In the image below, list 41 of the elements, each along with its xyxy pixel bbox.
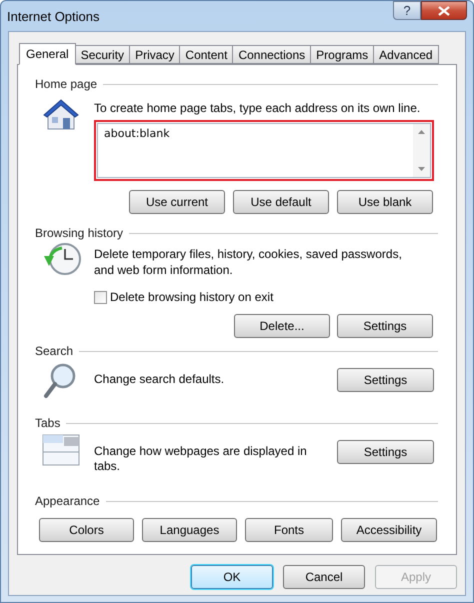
description-text: Delete temporary files, history, cookies, saved passwords, and web form information.: [94, 246, 403, 278]
magnifier-icon: [42, 362, 78, 400]
tab[interactable]: Privacy: [129, 45, 180, 64]
close-button[interactable]: [421, 1, 467, 20]
tabs-window-icon: [42, 434, 80, 466]
section-heading: Search: [35, 343, 74, 360]
close-icon: [438, 6, 450, 16]
tab[interactable]: General: [19, 43, 76, 65]
push-button[interactable]: Use current: [129, 190, 225, 214]
push-button[interactable]: Settings: [337, 440, 434, 464]
checkbox[interactable]: [94, 290, 107, 304]
dialog-button[interactable]: OK: [191, 565, 273, 589]
tab[interactable]: Programs: [310, 45, 374, 64]
push-button[interactable]: Accessibility: [341, 518, 437, 542]
push-button[interactable]: Delete...: [234, 314, 330, 338]
house-icon: [42, 97, 80, 131]
section-heading: Tabs: [35, 415, 60, 432]
push-button[interactable]: Settings: [337, 368, 434, 392]
clock-icon: [42, 242, 82, 276]
push-button[interactable]: Use default: [233, 190, 329, 214]
tab[interactable]: Content: [179, 45, 234, 64]
section-heading: Home page: [35, 76, 98, 93]
description-text: Change how webpages are displayed in tabs.: [94, 444, 308, 474]
tab[interactable]: Security: [74, 45, 130, 64]
tab[interactable]: Connections: [232, 45, 312, 64]
window-title: Internet Options: [7, 8, 100, 26]
push-button[interactable]: Languages: [142, 518, 237, 542]
scroll-up-icon[interactable]: [418, 130, 425, 134]
help-button[interactable]: ?: [393, 1, 421, 20]
checkbox-label: Delete browsing history on exit: [110, 289, 274, 306]
instruction-text: To create home page tabs, type each address on its own line.: [94, 100, 422, 117]
dialog-button[interactable]: Cancel: [283, 565, 365, 589]
section-heading: Appearance: [35, 493, 100, 510]
section-heading: Browsing history: [35, 225, 124, 242]
push-button[interactable]: Colors: [39, 518, 134, 542]
description-text: Change search defaults.: [94, 372, 226, 387]
push-button[interactable]: Fonts: [245, 518, 333, 542]
push-button[interactable]: Settings: [337, 314, 433, 338]
tab[interactable]: Advanced: [373, 45, 439, 64]
scroll-down-icon[interactable]: [418, 167, 425, 171]
push-button[interactable]: Use blank: [337, 190, 433, 214]
